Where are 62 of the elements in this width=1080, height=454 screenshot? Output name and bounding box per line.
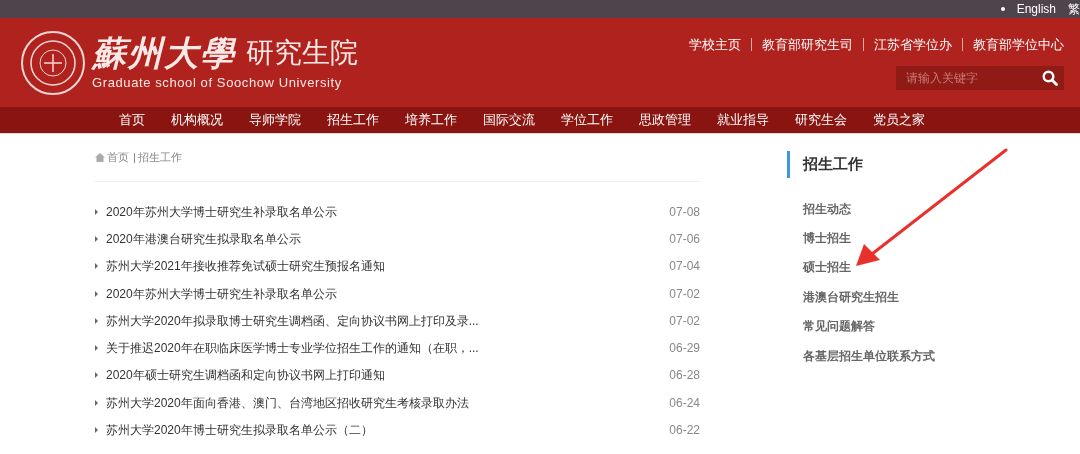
news-link[interactable]: 2020年苏州大学博士研究生补录取名单公示 xyxy=(106,284,337,303)
news-date: 07-08 xyxy=(669,203,700,221)
nav-tab[interactable]: 首页 xyxy=(106,107,158,133)
news-link[interactable]: 2020年硕士研究生调档函和定向协议书网上打印通知 xyxy=(106,366,385,385)
news-date: 06-29 xyxy=(669,340,700,358)
news-link[interactable]: 关于推迟2020年在职临床医学博士专业学位招生工作的通知（在职，... xyxy=(106,339,479,358)
logo-title: 研究生院 xyxy=(246,35,358,70)
bullet-icon xyxy=(1000,7,1005,11)
nav-tab[interactable]: 研究生会 xyxy=(782,107,860,133)
news-link[interactable]: 苏州大学2020年博士研究生拟录取名单公示（二） xyxy=(106,421,373,439)
quick-link[interactable]: 教育部学位中心 xyxy=(973,34,1064,55)
quick-link[interactable]: 学校主页 xyxy=(689,34,741,55)
news-date: 06-24 xyxy=(669,394,700,412)
news-link[interactable]: 2020年苏州大学博士研究生补录取名单公示 xyxy=(106,202,337,221)
sidebar-link[interactable]: 港澳台研究生招生 xyxy=(803,282,935,312)
language-link[interactable]: 繁 xyxy=(1068,0,1080,18)
news-link[interactable]: 苏州大学2020年面向香港、澳门、台湾地区招收研究生考核录取办法 xyxy=(106,393,469,412)
news-date: 06-28 xyxy=(669,367,700,385)
quick-link[interactable]: 教育部研究生司 xyxy=(762,34,853,55)
sidebar-title: 招生工作 xyxy=(803,154,863,175)
search-icon[interactable] xyxy=(1042,70,1058,87)
news-date: 07-02 xyxy=(669,312,700,330)
news-link[interactable]: 苏州大学2021年接收推荐免试硕士研究生预报名通知 xyxy=(106,257,385,276)
nav-tab[interactable]: 培养工作 xyxy=(392,107,470,133)
bullet-icon xyxy=(95,208,98,215)
nav-tab[interactable]: 国际交流 xyxy=(470,107,548,133)
nav-tab[interactable]: 招生工作 xyxy=(314,107,392,133)
nav-tab[interactable]: 思政管理 xyxy=(626,107,704,133)
nav-tab[interactable]: 就业指导 xyxy=(704,107,782,133)
bullet-icon xyxy=(95,290,98,297)
nav-tab[interactable]: 学位工作 xyxy=(548,107,626,133)
sidebar-link[interactable]: 硕士招生 xyxy=(803,252,935,283)
logo-calligraphy: 蘇州大學 xyxy=(92,32,236,73)
bullet-icon xyxy=(95,235,98,242)
breadcrumb-link[interactable]: 招生工作 xyxy=(138,149,182,166)
language-link[interactable]: English xyxy=(1016,0,1056,18)
seal-icon xyxy=(20,29,86,96)
news-date: 06-22 xyxy=(669,422,700,439)
sidebar-link[interactable]: 常见问题解答 xyxy=(803,311,935,341)
sidebar-link[interactable]: 博士招生 xyxy=(803,223,935,253)
bullet-icon xyxy=(95,263,98,270)
bullet-icon xyxy=(95,399,98,406)
news-date: 07-06 xyxy=(669,230,700,248)
bullet-icon xyxy=(95,427,98,433)
news-link[interactable]: 2020年港澳台研究生拟录取名单公示 xyxy=(106,229,301,248)
sidebar-link[interactable]: 各基层招生单位联系方式 xyxy=(803,340,935,371)
bullet-icon xyxy=(95,317,98,324)
sidebar-link[interactable]: 招生动态 xyxy=(803,194,935,224)
news-date: 07-04 xyxy=(669,258,700,276)
news-link[interactable]: 苏州大学2020年拟录取博士研究生调档函、定向协议书网上打印及录... xyxy=(106,311,479,330)
logo-subtitle: Graduate school of Soochow University xyxy=(92,73,343,92)
bullet-icon xyxy=(95,372,98,379)
nav-tab[interactable]: 机构概况 xyxy=(158,107,236,133)
home-icon xyxy=(95,153,105,162)
search-field[interactable]: 请输入关键字 xyxy=(896,66,1036,91)
breadcrumb-link[interactable]: 首页 xyxy=(107,149,129,166)
quick-link[interactable]: 江苏省学位办 xyxy=(874,34,952,55)
bullet-icon xyxy=(95,345,98,352)
news-date: 07-02 xyxy=(669,285,700,303)
nav-tab[interactable]: 导师学院 xyxy=(236,107,314,133)
search-button[interactable] xyxy=(1036,66,1064,91)
nav-tab[interactable]: 党员之家 xyxy=(860,107,938,133)
